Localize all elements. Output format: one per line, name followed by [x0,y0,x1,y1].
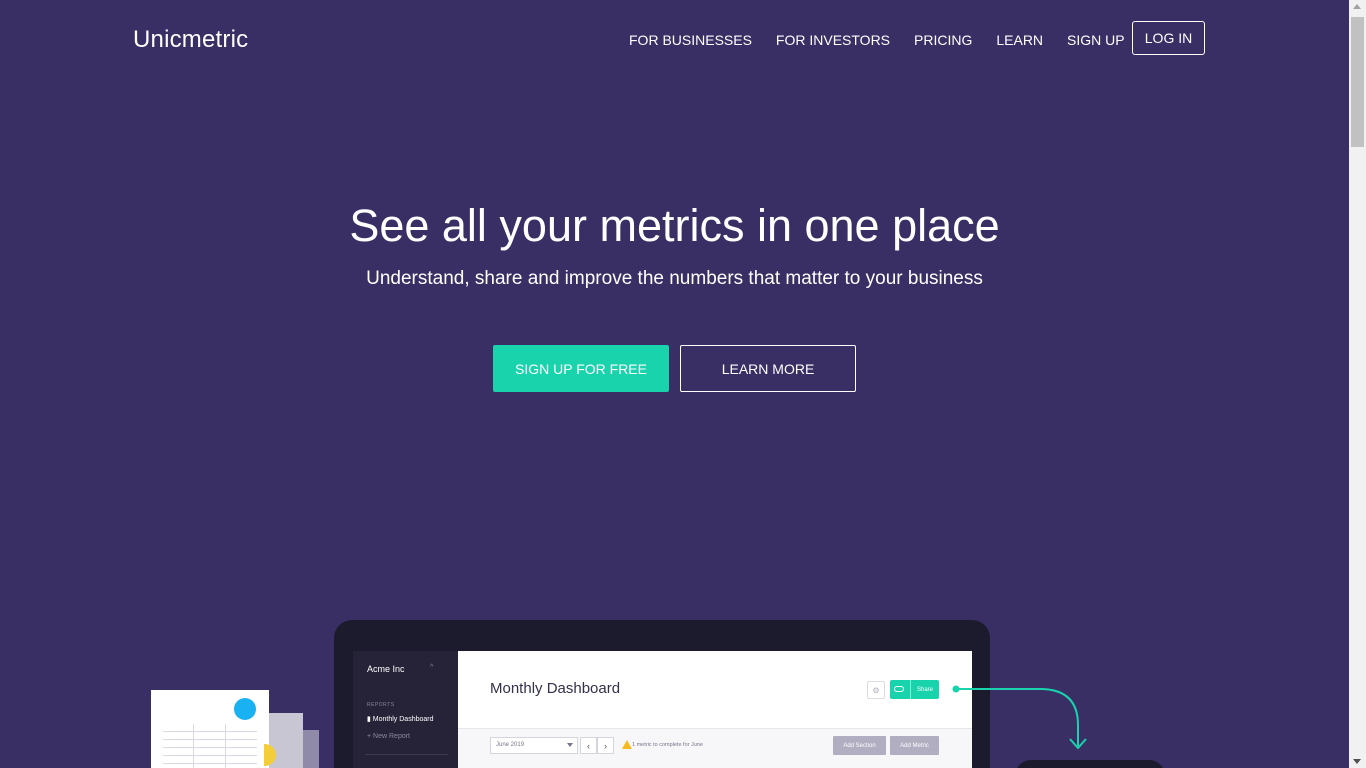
learn-more-button[interactable]: LEARN MORE [680,345,856,392]
landing-page: Unicmetric FOR BUSINESSES FOR INVESTORS … [0,0,1349,768]
scroll-up-icon[interactable] [1353,4,1361,9]
nav-sign-up[interactable]: SIGN UP [1067,32,1125,48]
nav-learn[interactable]: LEARN [996,32,1043,48]
caret-down-icon [567,743,573,747]
phone-frame [1015,760,1165,768]
sidebar-company: Acme Inc [367,664,405,674]
spreadsheet-grid [163,724,257,768]
chevron-up-icon: ^ [430,664,434,671]
sign-up-free-button[interactable]: SIGN UP FOR FREE [493,345,669,392]
hero-subtitle: Understand, share and improve the number… [366,268,983,289]
sidebar-item-label: Monthly Dashboard [372,716,434,723]
month-select: June 2019 [490,737,578,754]
hero-title: See all your metrics in one place [349,200,1000,251]
sidebar-divider [365,754,448,755]
sidebar-item-label: New Report [373,733,411,740]
share-arrow-icon [952,685,1087,750]
sidebar-item-monthly-dashboard: ▮ Monthly Dashboard [367,715,434,723]
scroll-down-icon[interactable] [1353,759,1361,764]
link-icon [894,686,904,692]
chevron-left-icon: ‹ [580,737,597,754]
dashboard-title: Monthly Dashboard [490,680,621,697]
gear-icon: ⚙ [867,681,885,699]
scrollbar-thumb[interactable] [1351,17,1364,147]
add-section-button: Add Section [833,736,886,755]
chevron-right-icon: › [597,737,614,754]
warning-text: 1 metric to complete for June [632,742,703,748]
sidebar-item-new-report: + New Report [367,733,410,740]
blue-circle-shape [234,698,256,720]
nav-pricing[interactable]: PRICING [914,32,972,48]
page-scrollbar[interactable] [1349,0,1366,768]
main-nav: FOR BUSINESSES FOR INVESTORS PRICING LEA… [629,32,1125,48]
warning-icon [622,740,632,749]
logo[interactable]: Unicmetric [133,26,248,54]
nav-for-investors[interactable]: FOR INVESTORS [776,32,890,48]
add-metric-button: Add Metric [890,736,939,755]
login-button[interactable]: LOG IN [1132,21,1205,55]
sidebar-section-label: REPORTS [367,702,395,708]
nav-for-businesses[interactable]: FOR BUSINESSES [629,32,752,48]
share-button-divider [910,680,911,699]
